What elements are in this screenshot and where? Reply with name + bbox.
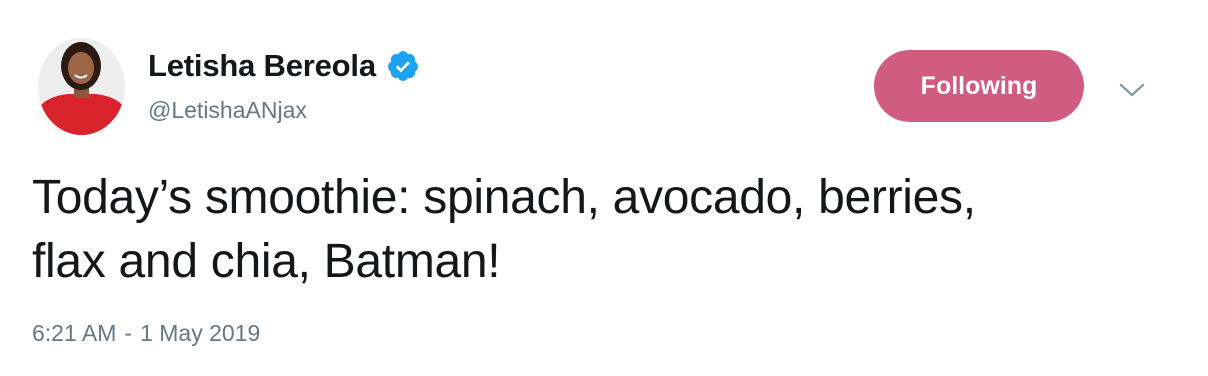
author-avatar[interactable]: [38, 38, 125, 135]
tweet-timestamp[interactable]: 6:21 AM - 1 May 2019: [32, 320, 260, 347]
avatar-image: [38, 38, 125, 135]
author-handle[interactable]: @LetishaANjax: [148, 97, 307, 124]
verified-badge-icon: [386, 49, 420, 83]
tweet-menu-button[interactable]: [1114, 72, 1150, 108]
chevron-down-icon: [1119, 83, 1145, 97]
tweet-card: Letisha Bereola @LetishaANjax Following …: [0, 0, 1208, 376]
following-button[interactable]: Following: [874, 50, 1084, 122]
tweet-text: Today’s smoothie: spinach, avocado, berr…: [32, 166, 1172, 294]
author-name-row: Letisha Bereola: [148, 46, 420, 86]
tweet-time: 6:21 AM: [32, 320, 117, 346]
author-display-name[interactable]: Letisha Bereola: [148, 48, 376, 84]
tweet-text-line: Today’s smoothie: spinach, avocado, berr…: [32, 171, 976, 224]
tweet-text-line: flax and chia, Batman!: [32, 235, 501, 288]
timestamp-separator: -: [124, 320, 133, 346]
tweet-date: 1 May 2019: [140, 320, 261, 346]
